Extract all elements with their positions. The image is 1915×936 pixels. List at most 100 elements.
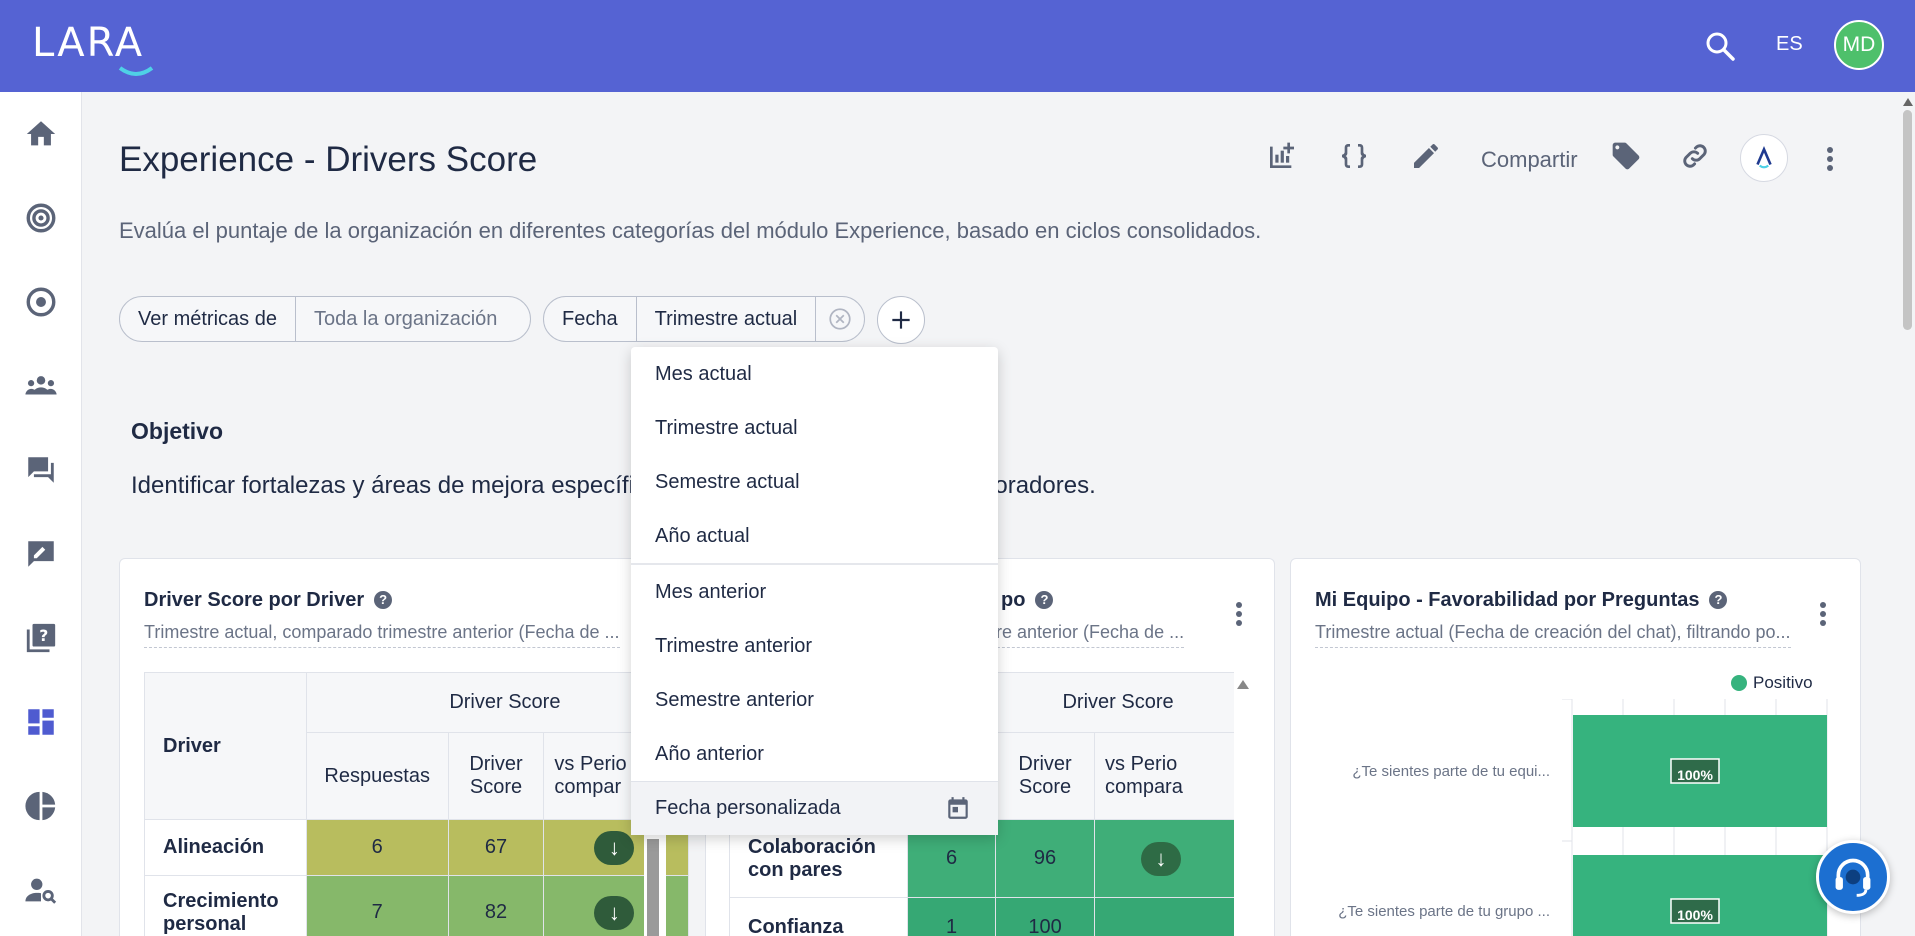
sidebar-item-reports[interactable] — [21, 786, 61, 826]
bar-data-label: 100% — [1677, 907, 1713, 923]
favorability-card: Mi Equipo - Favorabilidad por Preguntas?… — [1290, 558, 1861, 936]
scroll-thumb[interactable] — [1903, 110, 1912, 330]
add-chart-icon[interactable] — [1266, 140, 1302, 176]
sidebar-item-team[interactable] — [21, 366, 61, 406]
plus-icon — [892, 311, 910, 329]
avatar[interactable]: MD — [1834, 20, 1884, 70]
tag-icon[interactable] — [1610, 140, 1646, 176]
language-selector[interactable]: ES — [1776, 33, 1803, 56]
bar-data-label: 100% — [1677, 767, 1713, 783]
sidebar-item-goals[interactable] — [21, 198, 61, 238]
lara-logo[interactable]: LARA — [32, 20, 162, 76]
add-filter-button[interactable] — [877, 296, 925, 344]
help-icon[interactable]: ? — [1035, 591, 1054, 609]
table-row[interactable]: Crecimiento personal 7 82 ↓ — [144, 875, 688, 936]
sidebar-item-focus[interactable] — [21, 282, 61, 322]
page-more-menu-icon[interactable] — [1820, 144, 1840, 176]
custom-date-label: Fecha personalizada — [655, 797, 841, 819]
support-chat-button[interactable] — [1816, 840, 1890, 914]
search-icon[interactable] — [1704, 30, 1736, 62]
pie-chart-icon — [25, 791, 56, 821]
card-more-menu-icon[interactable] — [1229, 599, 1249, 631]
metrics-filter-chip[interactable]: Ver métricas de Toda la organización — [119, 296, 531, 342]
option-ano-actual[interactable]: Año actual — [631, 509, 998, 563]
option-mes-actual[interactable]: Mes actual — [631, 347, 998, 401]
col-driver-header: Driver — [144, 672, 307, 820]
driver-score-card: Driver Score por Driver? Trimestre actua… — [119, 558, 689, 936]
score-cell: 96 — [995, 819, 1096, 898]
arrow-down-icon: ↓ — [594, 830, 635, 865]
chat-icon — [28, 457, 54, 483]
metrics-filter-label: Ver métricas de — [138, 307, 277, 330]
table-row[interactable]: Confianza 1 100 — [728, 897, 1249, 936]
help-library-icon: ? — [26, 623, 56, 653]
option-custom-date[interactable]: Fecha personalizada — [631, 781, 998, 835]
page-description: Evalúa el puntaje de la organización en … — [119, 218, 1262, 243]
sidebar-item-dashboards[interactable] — [21, 702, 61, 742]
card-subtitle: Trimestre actual, comparado trimestre an… — [144, 622, 620, 648]
responses-cell: 7 — [305, 875, 449, 936]
option-trimestre-anterior[interactable]: Trimestre anterior — [631, 619, 998, 673]
svg-text:?: ? — [39, 627, 48, 645]
table-scrollbar[interactable] — [647, 839, 659, 936]
card-title: Driver Score por Driver? — [144, 589, 393, 612]
date-filter-chip[interactable]: Fecha Trimestre actual — [543, 296, 865, 342]
link-icon[interactable] — [1679, 140, 1715, 176]
sidebar-item-chat[interactable] — [21, 450, 61, 490]
date-options-dropdown: Mes actual Trimestre actual Semestre act… — [631, 347, 998, 835]
favorability-bar-chart — [1562, 699, 1828, 936]
sidebar-item-feedback[interactable] — [21, 534, 61, 574]
option-semestre-actual[interactable]: Semestre actual — [631, 455, 998, 509]
scroll-up-arrow[interactable] — [1237, 680, 1249, 689]
help-icon[interactable]: ? — [1709, 591, 1728, 609]
sidebar-item-library[interactable]: ? — [21, 618, 61, 658]
sidebar-item-user-search[interactable] — [21, 870, 61, 910]
top-bar: LARA ES MD — [0, 0, 1915, 92]
help-icon[interactable]: ? — [374, 591, 393, 609]
legend-label: Positivo — [1753, 673, 1813, 692]
team-icon — [25, 376, 57, 395]
scroll-up-arrow[interactable] — [1903, 98, 1913, 106]
home-icon — [26, 121, 56, 146]
arrow-down-icon: ↓ — [1141, 841, 1182, 876]
dashboard-icon — [28, 709, 54, 735]
date-filter-label: Fecha — [562, 307, 618, 330]
driver-cell: Confianza — [728, 897, 909, 936]
bar-category-label: ¿Te sientes parte de tu equi... — [1352, 763, 1550, 780]
feedback-icon — [28, 541, 54, 567]
table-row[interactable]: Alineación 6 67 ↓ — [144, 819, 688, 876]
code-braces-icon[interactable] — [1338, 140, 1374, 176]
option-trimestre-actual[interactable]: Trimestre actual — [631, 401, 998, 455]
objective-text-end: boradores. — [981, 472, 1096, 499]
lara-a-icon — [1756, 146, 1772, 169]
driver-cell: Alineación — [144, 819, 307, 876]
share-button[interactable]: Compartir — [1481, 147, 1578, 173]
sidebar: ? — [0, 92, 82, 936]
score-cell: 100 — [995, 897, 1096, 936]
sidebar-item-home[interactable] — [21, 114, 61, 154]
driver-cell: Crecimiento personal — [144, 875, 307, 936]
table-scroll-gutter — [1234, 672, 1256, 936]
option-mes-anterior[interactable]: Mes anterior — [631, 565, 998, 619]
page-scrollbar[interactable] — [1900, 92, 1915, 936]
metrics-filter-value[interactable]: Toda la organización — [294, 297, 515, 341]
clear-filter-icon[interactable] — [815, 297, 863, 341]
option-semestre-anterior[interactable]: Semestre anterior — [631, 673, 998, 727]
edit-pencil-icon[interactable] — [1410, 140, 1446, 176]
page-title: Experience - Drivers Score — [119, 140, 538, 179]
focus-icon — [26, 287, 56, 317]
col-score-header: Driver Score — [995, 732, 1096, 820]
date-filter-value[interactable]: Trimestre actual — [635, 297, 816, 341]
card-more-menu-icon[interactable] — [1813, 599, 1833, 631]
arrow-down-icon: ↓ — [594, 895, 635, 930]
card-subtitle: Trimestre actual (Fecha de creación del … — [1315, 622, 1791, 648]
option-ano-anterior[interactable]: Año anterior — [631, 727, 998, 781]
score-cell: 67 — [447, 819, 545, 876]
calendar-icon[interactable] — [945, 795, 971, 821]
card-subtitle: stre anterior (Fecha de ... — [982, 622, 1185, 648]
headset-icon — [1835, 858, 1871, 897]
bar-category-label: ¿Te sientes parte de tu grupo ... — [1338, 903, 1550, 920]
lara-assistant-button[interactable] — [1740, 134, 1788, 182]
objective-title: Objetivo — [131, 418, 224, 444]
driver-score-table: Driver Driver Score Respuestas Driver Sc… — [144, 672, 688, 936]
